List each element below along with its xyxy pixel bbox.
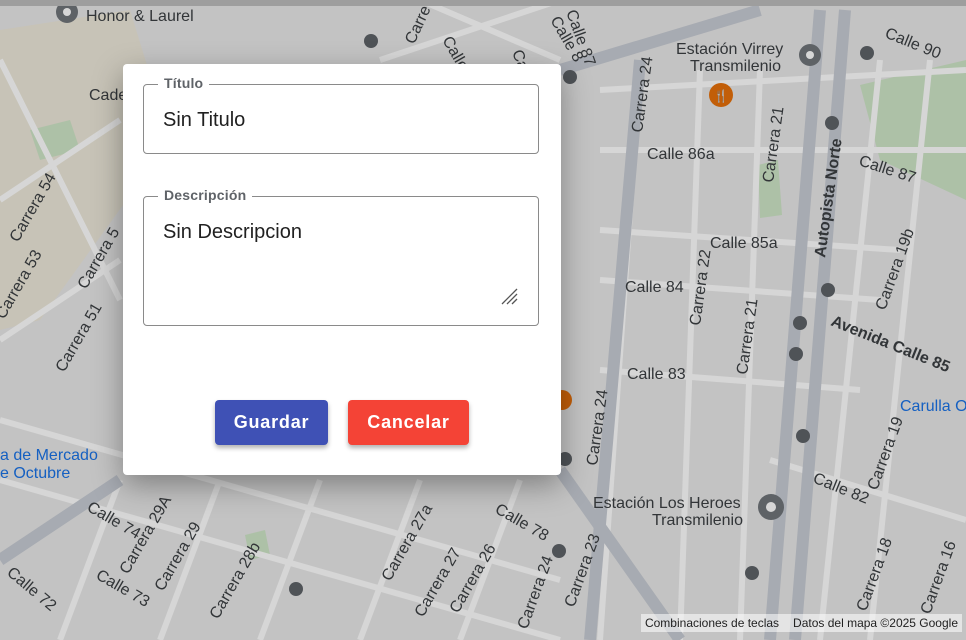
title-field-label: Título — [158, 75, 210, 91]
resize-handle-icon[interactable] — [500, 287, 518, 305]
save-button[interactable]: Guardar — [215, 400, 328, 445]
description-field[interactable]: Descripción Sin Descripcion — [143, 187, 539, 326]
description-field-value[interactable]: Sin Descripcion — [163, 221, 302, 244]
description-field-label: Descripción — [158, 187, 253, 203]
edit-dialog: Título Sin Titulo Descripción Sin Descri… — [123, 64, 561, 475]
keyboard-shortcuts-link[interactable]: Combinaciones de teclas — [645, 616, 779, 630]
title-field-value[interactable]: Sin Titulo — [163, 109, 245, 132]
cancel-button[interactable]: Cancelar — [348, 400, 469, 445]
map-attribution: Combinaciones de teclas Datos del mapa ©… — [640, 614, 962, 632]
map-data-attribution: Datos del mapa ©2025 Google — [793, 616, 958, 630]
top-strip — [0, 0, 966, 6]
title-field[interactable]: Título Sin Titulo — [143, 75, 539, 154]
